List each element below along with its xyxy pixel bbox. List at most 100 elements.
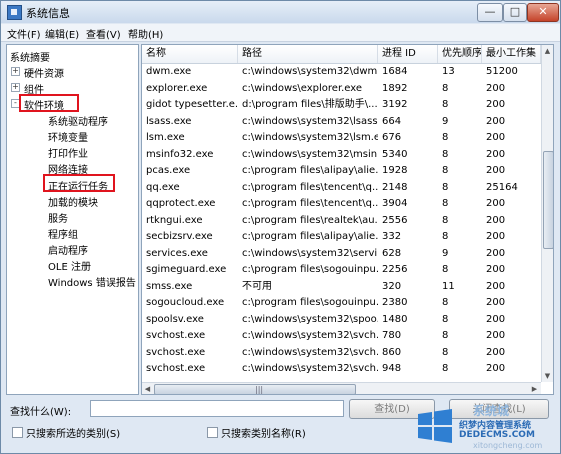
column-header-min-working-set[interactable]: 最小工作集 bbox=[482, 45, 541, 63]
cell-path: c:\program files\alipay\alie... bbox=[242, 231, 378, 242]
cell-path: c:\program files\tencent\q... bbox=[242, 198, 378, 209]
highlight-box bbox=[43, 174, 115, 192]
cell-priority: 9 bbox=[442, 247, 449, 259]
window-title: 系统信息 bbox=[26, 7, 70, 20]
cell-min-working-set: 200 bbox=[486, 214, 506, 226]
tree-item-system-drivers[interactable]: 系统驱动程序 bbox=[48, 113, 108, 128]
tree-item-services[interactable]: 服务 bbox=[48, 210, 68, 225]
cell-priority: 8 bbox=[442, 181, 449, 193]
cell-priority: 8 bbox=[442, 214, 449, 226]
cell-process-id: 1684 bbox=[382, 66, 408, 77]
cell-process-id: 5340 bbox=[382, 148, 408, 160]
cell-path: c:\windows\system32\lsm.e... bbox=[242, 132, 378, 143]
column-header-process-id[interactable]: 进程 ID bbox=[378, 45, 438, 63]
cell-path: c:\windows\system32\lsass... bbox=[242, 115, 378, 127]
tree-item-windows-error-reporting[interactable]: Windows 错误报告 bbox=[48, 274, 136, 289]
cell-process-id: 2380 bbox=[382, 297, 408, 308]
tree-item-ole-registration[interactable]: OLE 注册 bbox=[48, 258, 91, 273]
scroll-right-arrow-icon[interactable]: ▶ bbox=[529, 383, 540, 394]
cell-min-working-set: 200 bbox=[486, 99, 506, 110]
cell-path: c:\program files\sogouinpu... bbox=[242, 264, 378, 275]
cell-name: sogoucloud.exe bbox=[146, 297, 225, 308]
menu-file[interactable]: 文件(F) bbox=[7, 26, 41, 41]
expand-plus-icon[interactable]: + bbox=[11, 83, 20, 92]
cell-process-id: 332 bbox=[382, 231, 402, 242]
watermark-bottom-text: xitongcheng.com bbox=[473, 441, 543, 450]
cell-path: c:\windows\system32\svch... bbox=[242, 330, 378, 341]
horizontal-scroll-thumb[interactable]: ||| bbox=[154, 384, 356, 394]
scroll-down-arrow-icon[interactable]: ▼ bbox=[542, 370, 553, 382]
column-header-priority[interactable]: 优先顺序 bbox=[438, 45, 482, 63]
column-header-name[interactable]: 名称 bbox=[142, 45, 238, 63]
tree-item-startup-programs[interactable]: 启动程序 bbox=[48, 242, 88, 257]
cell-name: svchost.exe bbox=[146, 363, 206, 374]
cell-process-id: 3904 bbox=[382, 198, 408, 209]
maximize-button[interactable]: □ bbox=[503, 3, 527, 22]
cell-path: c:\windows\explorer.exe bbox=[242, 82, 363, 94]
tree-item-program-groups[interactable]: 程序组 bbox=[48, 226, 78, 241]
cell-name: services.exe bbox=[146, 247, 208, 259]
cell-path: c:\program files\sogouinpu... bbox=[242, 297, 378, 308]
cell-name: lsm.exe bbox=[146, 132, 185, 143]
cell-min-working-set: 200 bbox=[486, 297, 506, 308]
cell-priority: 13 bbox=[442, 66, 455, 77]
tree-item-hardware-resources[interactable]: 硬件资源 bbox=[24, 65, 64, 80]
watermark-line2: DEDECMS.COM bbox=[459, 430, 535, 440]
vertical-scrollbar[interactable]: ▲ ▼ bbox=[541, 45, 553, 382]
cell-name: sgimeguard.exe bbox=[146, 264, 227, 275]
menu-help[interactable]: 帮助(H) bbox=[128, 26, 163, 41]
search-selected-category-checkbox[interactable] bbox=[12, 427, 23, 438]
tree-item-environment-variables[interactable]: 环境变量 bbox=[48, 129, 88, 144]
cell-min-working-set: 200 bbox=[486, 198, 506, 209]
highlight-box bbox=[19, 94, 79, 112]
category-tree[interactable]: 系统摘要 + 硬件资源 + 组件 - 软件环境 系统驱动程序 环境变量 打印作业… bbox=[6, 44, 139, 395]
system-info-window: 系统信息 — □ ✕ 文件(F) 编辑(E) 查看(V) 帮助(H) 系统摘要 … bbox=[0, 0, 561, 454]
cell-path: c:\windows\system32\svch... bbox=[242, 346, 378, 358]
cell-process-id: 628 bbox=[382, 247, 402, 259]
find-what-input[interactable] bbox=[90, 400, 344, 417]
cell-process-id: 3192 bbox=[382, 99, 408, 110]
cell-process-id: 780 bbox=[382, 330, 402, 341]
cell-process-id: 948 bbox=[382, 363, 402, 374]
menu-edit[interactable]: 编辑(E) bbox=[45, 26, 79, 41]
cell-path: c:\windows\system32\servi... bbox=[242, 247, 378, 259]
cell-path: 不可用 bbox=[242, 280, 272, 292]
scroll-up-arrow-icon[interactable]: ▲ bbox=[542, 45, 553, 57]
expand-plus-icon[interactable]: + bbox=[11, 67, 20, 76]
minimize-button[interactable]: — bbox=[477, 3, 503, 22]
cell-priority: 8 bbox=[442, 148, 449, 160]
search-category-names-checkbox[interactable] bbox=[207, 427, 218, 438]
search-selected-category-label: 只搜索所选的类别(S) bbox=[26, 429, 121, 440]
tree-item-print-jobs[interactable]: 打印作业 bbox=[48, 145, 88, 160]
cell-name: smss.exe bbox=[146, 280, 193, 292]
cell-path: c:\windows\system32\svch... bbox=[242, 363, 378, 374]
tree-item-system-summary[interactable]: 系统摘要 bbox=[10, 49, 50, 64]
close-button[interactable]: ✕ bbox=[527, 3, 559, 22]
cell-path: c:\windows\system32\spoo... bbox=[242, 313, 378, 325]
watermark-top-text: 系统城 bbox=[473, 404, 510, 418]
menu-view[interactable]: 查看(V) bbox=[86, 26, 121, 41]
cell-name: dwm.exe bbox=[146, 66, 192, 77]
running-tasks-table: 名称 路径 进程 ID 优先顺序 最小工作集 dwm.exe c:\windows… bbox=[141, 44, 554, 395]
cell-name: lsass.exe bbox=[146, 115, 192, 127]
cell-min-working-set: 200 bbox=[486, 165, 506, 176]
cell-priority: 8 bbox=[442, 132, 449, 143]
title-bar[interactable]: 系统信息 — □ ✕ bbox=[1, 1, 560, 23]
search-category-names-label: 只搜索类别名称(R) bbox=[221, 429, 306, 440]
column-header-path[interactable]: 路径 bbox=[238, 45, 378, 63]
cell-name: explorer.exe bbox=[146, 82, 208, 94]
cell-process-id: 2148 bbox=[382, 181, 408, 193]
scroll-left-arrow-icon[interactable]: ◀ bbox=[142, 383, 153, 394]
scroll-grip-icon: ||| bbox=[255, 385, 264, 394]
vertical-scroll-thumb[interactable] bbox=[543, 151, 553, 249]
cell-min-working-set: 200 bbox=[486, 115, 506, 127]
cell-min-working-set: 200 bbox=[486, 264, 506, 275]
tree-item-loaded-modules[interactable]: 加载的模块 bbox=[48, 194, 98, 209]
cell-name: qqprotect.exe bbox=[146, 198, 216, 209]
cell-name: qq.exe bbox=[146, 181, 180, 193]
cell-priority: 8 bbox=[442, 313, 449, 325]
cell-process-id: 664 bbox=[382, 115, 402, 127]
cell-name: gidot typesetter.e... bbox=[146, 99, 238, 110]
horizontal-scrollbar[interactable]: ◀ ||| ▶ bbox=[142, 382, 541, 394]
cell-min-working-set: 200 bbox=[486, 363, 506, 374]
